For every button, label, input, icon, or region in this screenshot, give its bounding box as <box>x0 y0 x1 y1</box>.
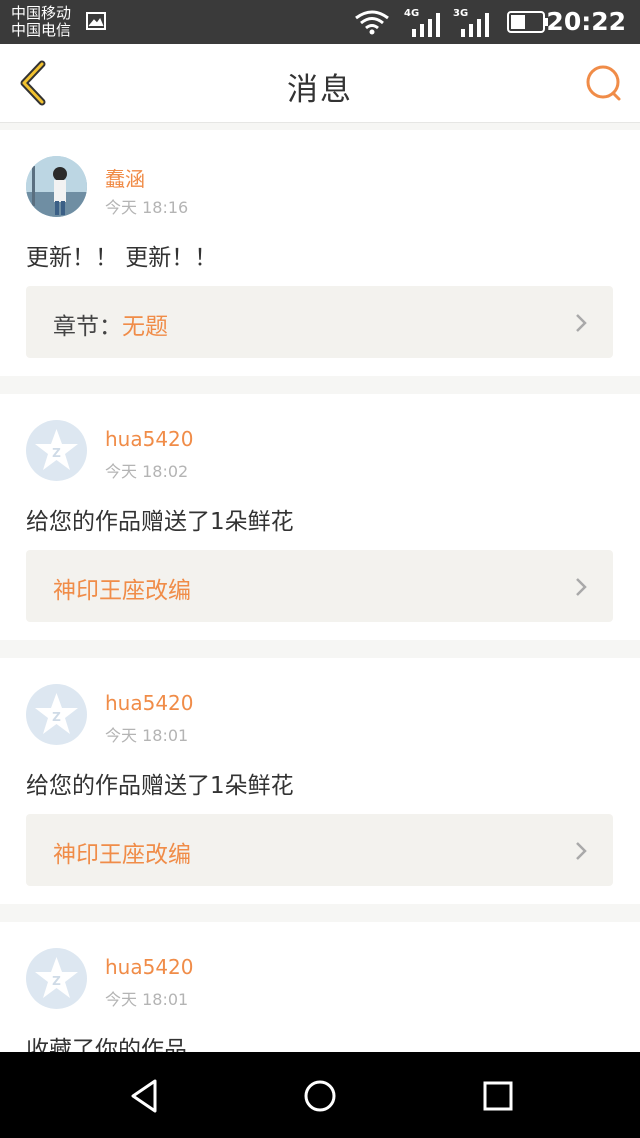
timestamp: 今天 18:02 <box>105 462 189 481</box>
work-link[interactable]: 神印王座改编 <box>26 550 613 622</box>
carrier-1: 中国移动 <box>11 4 72 22</box>
message-text: 更新！！ 更新！！ <box>26 245 218 271</box>
message-text: 给您的作品赠送了1朵鲜花 <box>26 773 294 799</box>
link-text: 章节：无题 <box>53 307 168 341</box>
message-text: 给您的作品赠送了1朵鲜花 <box>26 509 294 535</box>
username[interactable]: 蠢涵 <box>105 163 145 192</box>
carrier-info: 中国移动 中国电信 <box>11 5 71 39</box>
svg-text:Z: Z <box>52 710 61 724</box>
message-card[interactable]: Z hua5420 今天 18:01 给您的作品赠送了1朵鲜花 神印王座改编 <box>0 658 640 904</box>
chevron-right-icon <box>576 578 587 596</box>
page-title: 消息 <box>287 72 353 108</box>
default-star-avatar-icon: Z <box>35 693 78 734</box>
timestamp: 今天 18:01 <box>105 726 189 745</box>
message-list[interactable]: 蠢涵 今天 18:16 更新！！ 更新！！ 章节：无题 Z hua5420 今天… <box>0 130 640 1052</box>
default-star-avatar-icon: Z <box>35 429 78 470</box>
recents-square-icon[interactable] <box>478 1076 518 1116</box>
chapter-link[interactable]: 章节：无题 <box>26 286 613 358</box>
status-time: 20:22 <box>546 7 626 36</box>
avatar[interactable]: Z <box>26 948 87 1009</box>
battery-icon <box>507 11 548 33</box>
link-prefix: 章节： <box>53 314 122 340</box>
message-card[interactable]: 蠢涵 今天 18:16 更新！！ 更新！！ 章节：无题 <box>0 130 640 376</box>
chevron-right-icon <box>576 314 587 332</box>
link-text: 神印王座改编 <box>53 835 191 869</box>
link-text: 神印王座改编 <box>53 571 191 605</box>
message-card[interactable]: Z hua5420 今天 18:02 给您的作品赠送了1朵鲜花 神印王座改编 <box>0 394 640 640</box>
back-triangle-icon[interactable] <box>125 1076 165 1116</box>
signal-icon <box>412 13 440 37</box>
avatar[interactable]: Z <box>26 684 87 745</box>
signal-icon <box>461 13 489 37</box>
username[interactable]: hua5420 <box>105 691 194 715</box>
link-value: 神印王座改编 <box>53 842 191 868</box>
system-nav-bar <box>0 1052 640 1138</box>
carrier-2: 中国电信 <box>11 21 72 39</box>
gallery-icon <box>86 12 106 30</box>
username[interactable]: hua5420 <box>105 427 194 451</box>
wifi-icon <box>355 10 389 35</box>
app-header: 消息 <box>0 44 640 123</box>
default-star-avatar-icon: Z <box>35 957 78 998</box>
link-value: 无题 <box>122 314 168 340</box>
message-text: 收藏了你的作品 <box>26 1037 187 1052</box>
battery-level <box>511 15 525 29</box>
status-bar: 中国移动 中国电信 4G 3G 20:22 <box>0 0 640 44</box>
user-photo-icon <box>26 156 87 217</box>
timestamp: 今天 18:16 <box>105 198 189 217</box>
username[interactable]: hua5420 <box>105 955 194 979</box>
home-circle-icon[interactable] <box>300 1076 340 1116</box>
search-icon[interactable] <box>584 64 624 104</box>
link-value: 神印王座改编 <box>53 578 191 604</box>
svg-text:Z: Z <box>52 974 61 988</box>
work-link[interactable]: 神印王座改编 <box>26 814 613 886</box>
avatar[interactable]: Z <box>26 420 87 481</box>
avatar[interactable] <box>26 156 87 217</box>
chevron-right-icon <box>576 842 587 860</box>
svg-text:Z: Z <box>52 446 61 460</box>
message-card[interactable]: Z hua5420 今天 18:01 收藏了你的作品 <box>0 922 640 1052</box>
timestamp: 今天 18:01 <box>105 990 189 1009</box>
